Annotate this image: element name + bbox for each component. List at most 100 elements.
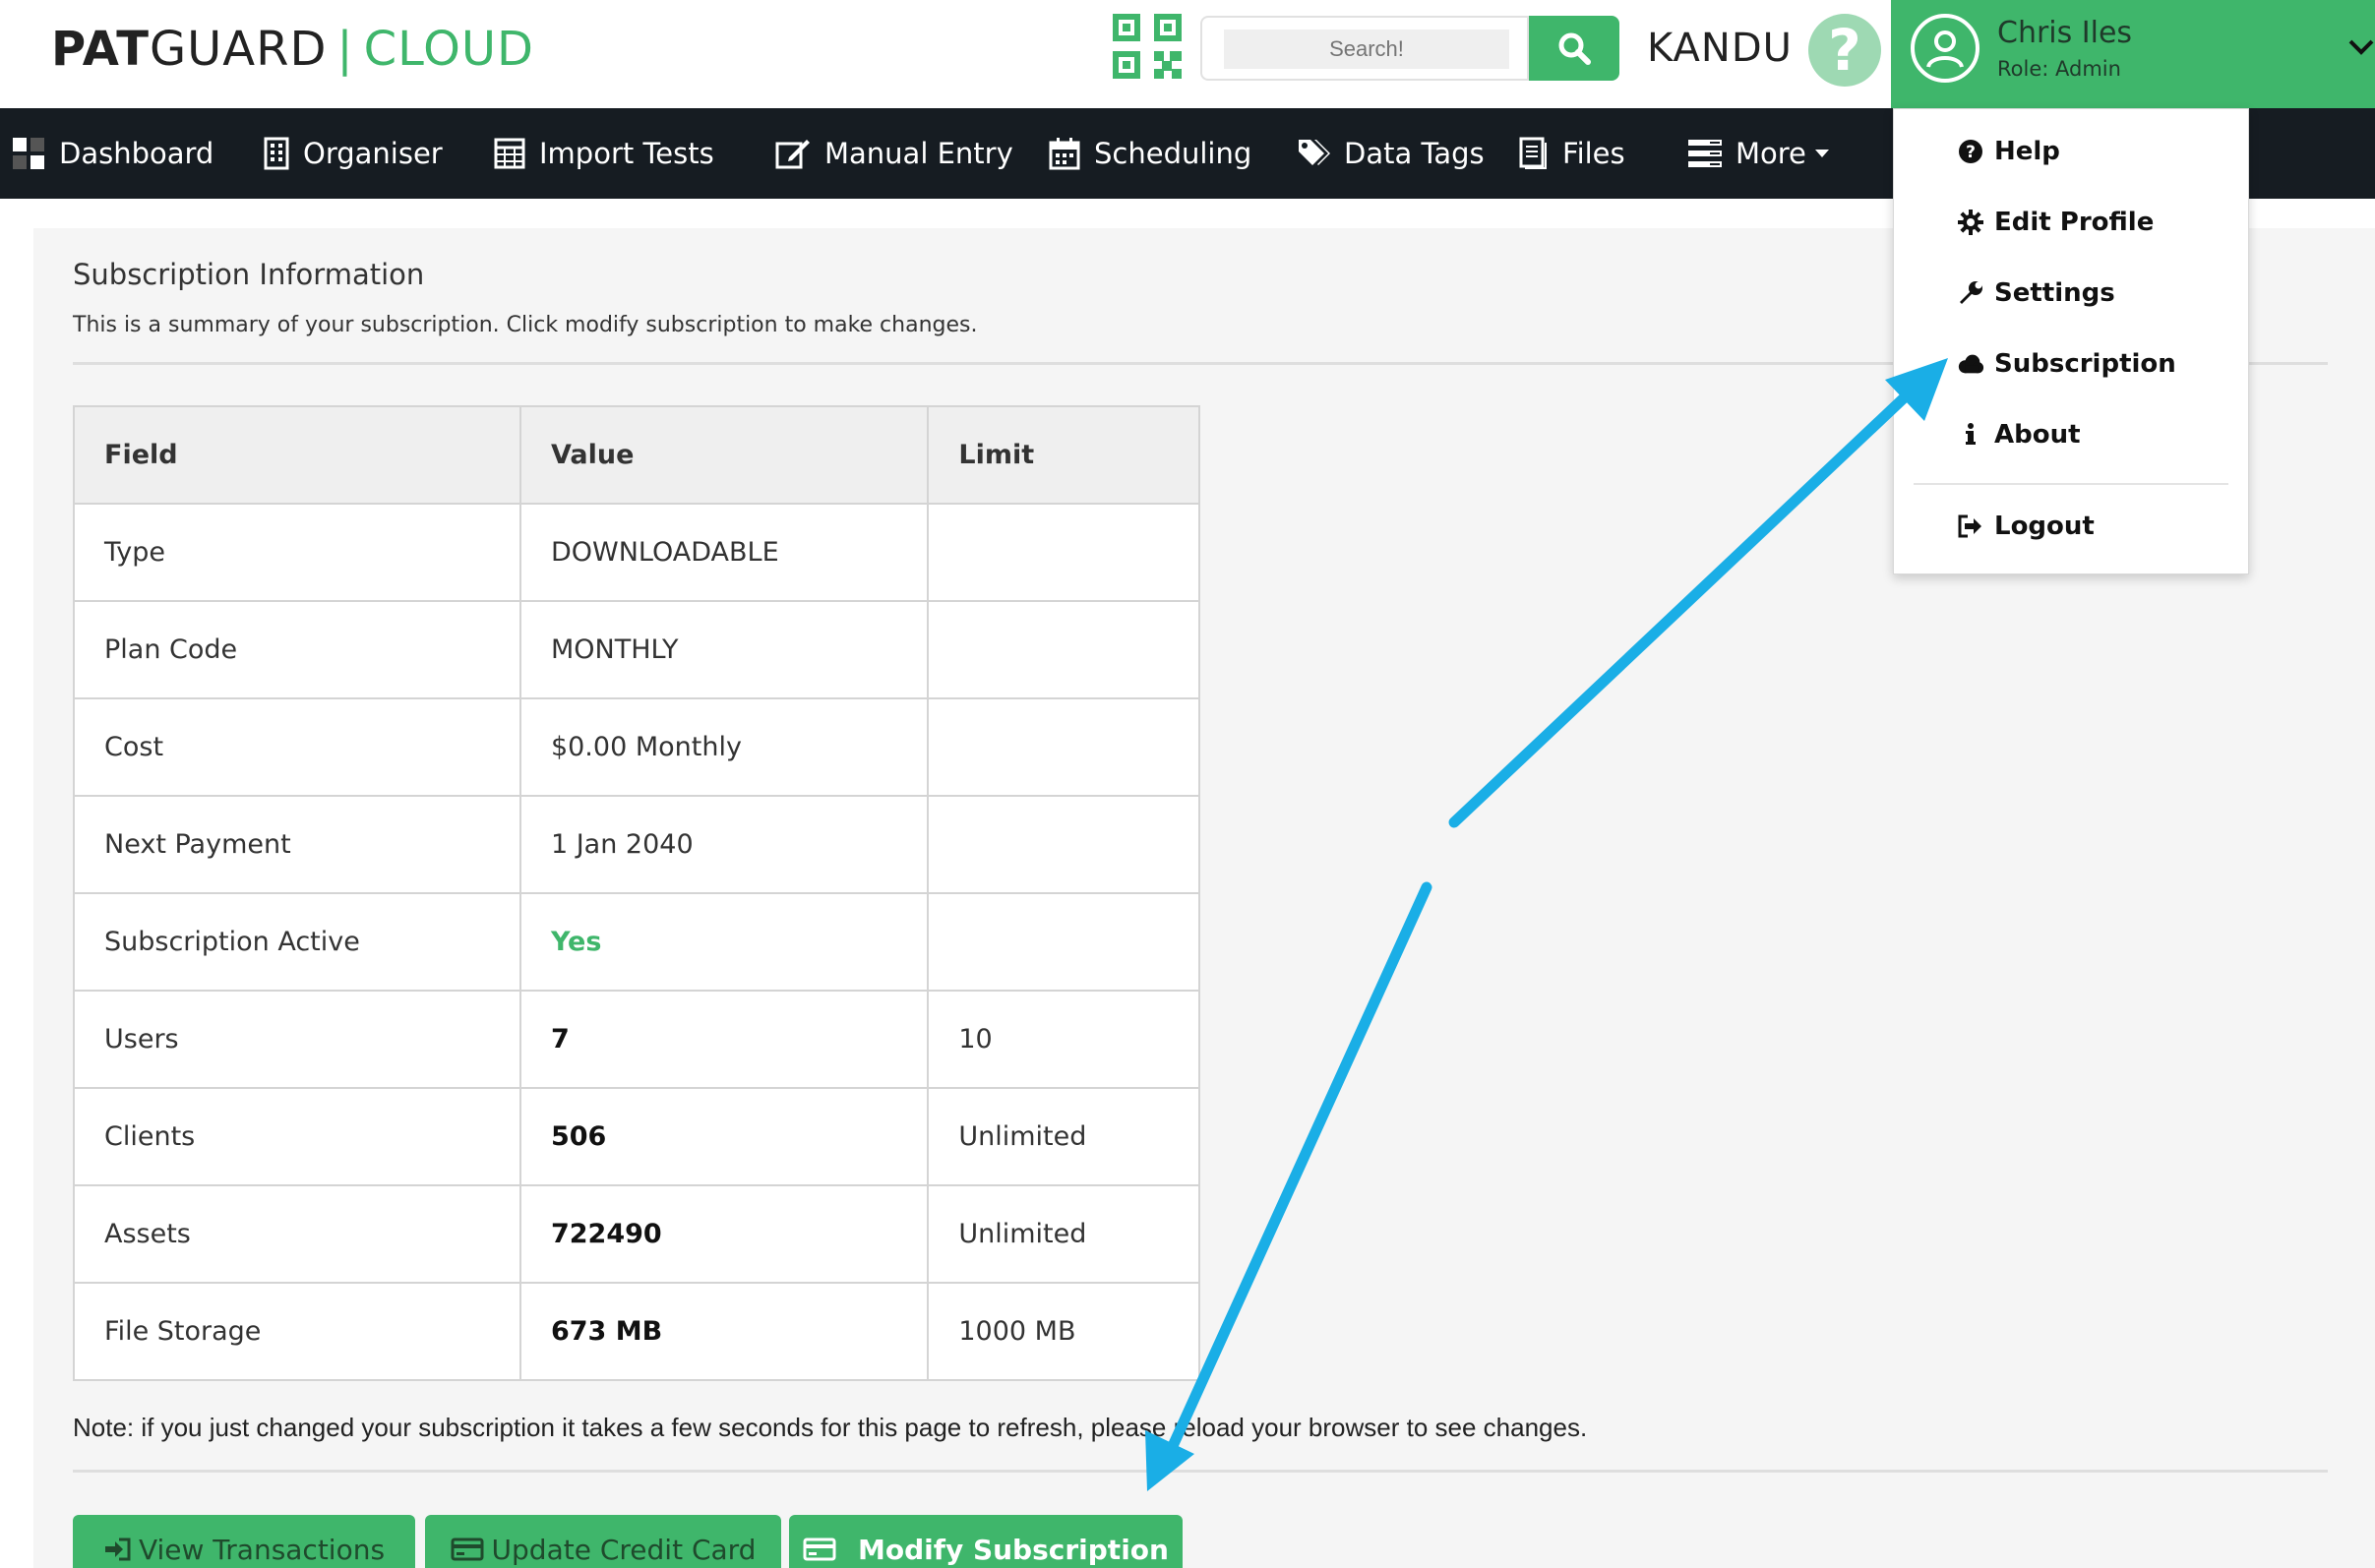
caret-down-icon [1814,150,1829,157]
field-cell: Users [73,990,521,1089]
organisation-name: KANDU [1647,26,1793,71]
page-title: Subscription Information [73,258,425,291]
table-row: Users 7 10 [73,990,1200,1089]
field-cell: Clients [73,1087,521,1186]
logo-text-pat: PAT [51,22,150,77]
dashboard-icon [13,138,44,169]
status-value-cell: Yes [518,892,930,992]
column-header-field: Field [73,405,521,505]
table-row: Subscription Active Yes [73,892,1200,992]
user-menu-toggle[interactable]: Chris Iles Role: Admin [1891,0,2375,108]
nav-item-files[interactable]: Files [1519,108,1625,199]
limit-cell: Unlimited [927,1087,1200,1186]
nav-label: Files [1562,137,1625,170]
menu-item-settings[interactable]: Settings [1957,273,2115,313]
organiser-icon [264,137,289,170]
refresh-note: Note: if you just changed your subscript… [73,1413,1588,1442]
help-icon[interactable]: ? [1808,14,1881,87]
divider [73,1470,2328,1473]
user-dropdown-menu: ? Help Edit Profile Settings Subscriptio… [1893,108,2249,574]
qr-code-icon[interactable] [1113,14,1182,79]
nav-item-dashboard[interactable]: Dashboard [12,108,213,199]
button-label: Update Credit Card [491,1533,757,1566]
info-icon [1966,423,1976,445]
menu-item-help[interactable]: ? Help [1957,132,2060,171]
menu-item-logout[interactable]: Logout [1957,507,2095,546]
list-icon [1688,140,1722,167]
search-input[interactable] [1224,30,1509,69]
limit-cell [927,892,1200,992]
table-row: Assets 722490 Unlimited [73,1184,1200,1284]
search-icon [1558,32,1591,65]
table-row: Cost $0.00 Monthly [73,697,1200,797]
limit-cell [927,503,1200,602]
nav-label: Organiser [303,137,443,170]
limit-cell: 10 [927,990,1200,1089]
nav-label: Import Tests [539,137,714,170]
nav-item-manual-entry[interactable]: Manual Entry [775,108,1013,199]
gear-icon [1958,210,1983,235]
value-cell: MONTHLY [518,600,930,699]
menu-item-about[interactable]: About [1957,415,2081,454]
field-cell: File Storage [73,1282,521,1381]
nav-label: Data Tags [1344,137,1485,170]
menu-item-subscription[interactable]: Subscription [1957,344,2176,384]
table-row: File Storage 673 MB 1000 MB [73,1282,1200,1381]
nav-item-more[interactable]: More [1688,108,1844,199]
user-role: Role: Admin [1997,57,2121,81]
value-cell: 722490 [518,1184,930,1284]
logo-text-guard: GUARD [149,22,328,77]
table-header-row: Field Value Limit [73,405,1200,505]
question-circle-icon: ? [1959,140,1982,163]
user-name: Chris Iles [1997,16,2133,50]
button-label: Modify Subscription [858,1533,1169,1566]
nav-label: More [1736,137,1806,170]
update-credit-card-button[interactable]: Update Credit Card [425,1515,781,1568]
table-row: Clients 506 Unlimited [73,1087,1200,1186]
menu-item-edit-profile[interactable]: Edit Profile [1957,203,2154,242]
nav-item-data-tags[interactable]: Data Tags [1297,108,1485,199]
nav-label: Manual Entry [824,137,1013,170]
logout-icon [1958,514,1981,538]
value-cell: 673 MB [518,1282,930,1381]
wrench-icon [1960,281,1982,304]
nav-item-scheduling[interactable]: Scheduling [1049,108,1251,199]
limit-cell [927,600,1200,699]
value-cell: 7 [518,990,930,1089]
tags-icon [1299,140,1330,165]
cloud-icon [1958,354,1984,374]
sign-in-icon [104,1538,131,1561]
svg-text:?: ? [1966,143,1976,162]
view-transactions-button[interactable]: View Transactions [73,1515,415,1568]
menu-divider [1914,483,2228,485]
value-cell: DOWNLOADABLE [518,503,930,602]
table-row: Type DOWNLOADABLE [73,503,1200,602]
app-header: PATGUARD | CLOUD Search! KANDU ? Chris I… [0,0,2375,108]
calendar-icon [1049,138,1080,170]
calculator-icon [494,138,525,169]
chevron-down-icon [2348,39,2374,55]
nav-item-import-tests[interactable]: Import Tests [494,108,714,199]
app-logo[interactable]: PATGUARD | CLOUD [51,20,534,79]
field-cell: Next Payment [73,795,521,894]
value-cell: $0.00 Monthly [518,697,930,797]
search-box [1200,16,1529,81]
logo-separator: | [336,22,354,77]
credit-card-icon [803,1538,836,1561]
nav-item-organiser[interactable]: Organiser [264,108,443,199]
field-cell: Cost [73,697,521,797]
field-cell: Subscription Active [73,892,521,992]
logo-text-cloud: CLOUD [363,22,535,77]
table-row: Plan Code MONTHLY [73,600,1200,699]
menu-item-label: About [1994,420,2081,450]
modify-subscription-button[interactable]: Modify Subscription [789,1515,1183,1568]
credit-card-icon [451,1538,484,1561]
nav-label: Scheduling [1094,137,1252,170]
menu-item-label: Help [1994,137,2060,166]
column-header-value: Value [518,405,930,505]
search-button[interactable] [1529,16,1619,81]
column-header-limit: Limit [927,405,1200,505]
value-cell: 506 [518,1087,930,1186]
limit-cell: 1000 MB [927,1282,1200,1381]
field-cell: Plan Code [73,600,521,699]
